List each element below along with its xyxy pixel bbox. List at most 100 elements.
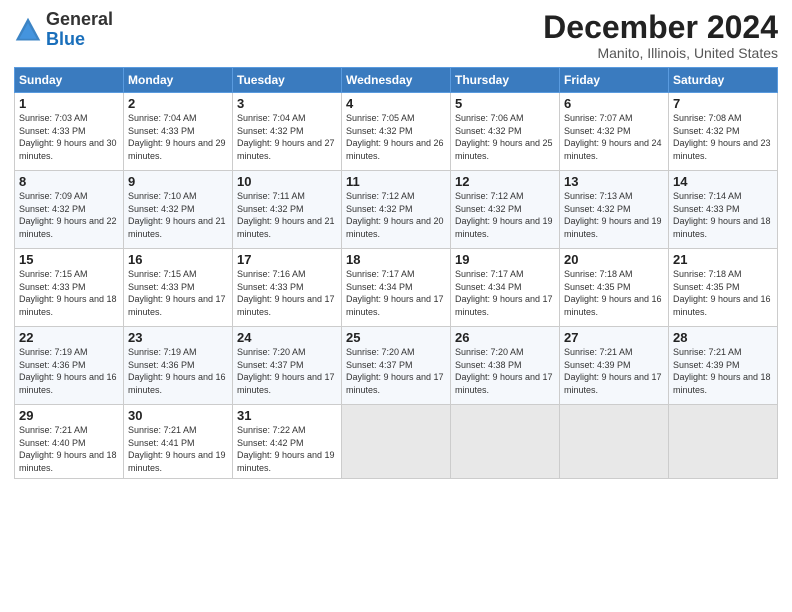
day-info: Sunrise: 7:20 AMSunset: 4:37 PMDaylight:… — [346, 347, 444, 395]
calendar-cell: 28 Sunrise: 7:21 AMSunset: 4:39 PMDaylig… — [669, 327, 778, 405]
day-number: 11 — [346, 174, 446, 189]
day-number: 29 — [19, 408, 119, 423]
day-number: 3 — [237, 96, 337, 111]
day-number: 21 — [673, 252, 773, 267]
calendar-week-4: 22 Sunrise: 7:19 AMSunset: 4:36 PMDaylig… — [15, 327, 778, 405]
calendar-cell: 2 Sunrise: 7:04 AMSunset: 4:33 PMDayligh… — [124, 93, 233, 171]
day-info: Sunrise: 7:04 AMSunset: 4:33 PMDaylight:… — [128, 113, 226, 161]
day-number: 13 — [564, 174, 664, 189]
day-number: 25 — [346, 330, 446, 345]
day-info: Sunrise: 7:15 AMSunset: 4:33 PMDaylight:… — [128, 269, 226, 317]
calendar-cell: 3 Sunrise: 7:04 AMSunset: 4:32 PMDayligh… — [233, 93, 342, 171]
calendar-cell: 20 Sunrise: 7:18 AMSunset: 4:35 PMDaylig… — [560, 249, 669, 327]
col-friday: Friday — [560, 68, 669, 93]
calendar-table: Sunday Monday Tuesday Wednesday Thursday… — [14, 67, 778, 478]
day-number: 23 — [128, 330, 228, 345]
day-number: 7 — [673, 96, 773, 111]
day-number: 9 — [128, 174, 228, 189]
calendar-cell — [342, 405, 451, 478]
month-title: December 2024 — [543, 10, 778, 45]
day-number: 14 — [673, 174, 773, 189]
calendar-cell: 6 Sunrise: 7:07 AMSunset: 4:32 PMDayligh… — [560, 93, 669, 171]
day-info: Sunrise: 7:13 AMSunset: 4:32 PMDaylight:… — [564, 191, 662, 239]
day-info: Sunrise: 7:17 AMSunset: 4:34 PMDaylight:… — [346, 269, 444, 317]
day-info: Sunrise: 7:19 AMSunset: 4:36 PMDaylight:… — [19, 347, 117, 395]
day-number: 1 — [19, 96, 119, 111]
calendar-cell: 23 Sunrise: 7:19 AMSunset: 4:36 PMDaylig… — [124, 327, 233, 405]
col-sunday: Sunday — [15, 68, 124, 93]
logo-blue: Blue — [46, 29, 85, 49]
day-info: Sunrise: 7:21 AMSunset: 4:39 PMDaylight:… — [673, 347, 771, 395]
day-number: 19 — [455, 252, 555, 267]
logo: General Blue — [14, 10, 113, 50]
day-number: 22 — [19, 330, 119, 345]
calendar-cell: 13 Sunrise: 7:13 AMSunset: 4:32 PMDaylig… — [560, 171, 669, 249]
calendar-cell — [451, 405, 560, 478]
day-info: Sunrise: 7:05 AMSunset: 4:32 PMDaylight:… — [346, 113, 444, 161]
logo-general: General — [46, 9, 113, 29]
day-number: 4 — [346, 96, 446, 111]
calendar-cell: 5 Sunrise: 7:06 AMSunset: 4:32 PMDayligh… — [451, 93, 560, 171]
calendar-cell: 16 Sunrise: 7:15 AMSunset: 4:33 PMDaylig… — [124, 249, 233, 327]
day-number: 27 — [564, 330, 664, 345]
day-info: Sunrise: 7:20 AMSunset: 4:38 PMDaylight:… — [455, 347, 553, 395]
title-block: December 2024 Manito, Illinois, United S… — [543, 10, 778, 61]
day-info: Sunrise: 7:09 AMSunset: 4:32 PMDaylight:… — [19, 191, 117, 239]
day-info: Sunrise: 7:18 AMSunset: 4:35 PMDaylight:… — [673, 269, 771, 317]
location: Manito, Illinois, United States — [543, 45, 778, 61]
calendar-cell: 1 Sunrise: 7:03 AMSunset: 4:33 PMDayligh… — [15, 93, 124, 171]
calendar-header: Sunday Monday Tuesday Wednesday Thursday… — [15, 68, 778, 93]
calendar-week-2: 8 Sunrise: 7:09 AMSunset: 4:32 PMDayligh… — [15, 171, 778, 249]
day-info: Sunrise: 7:06 AMSunset: 4:32 PMDaylight:… — [455, 113, 553, 161]
logo-icon — [14, 16, 42, 44]
calendar-cell: 18 Sunrise: 7:17 AMSunset: 4:34 PMDaylig… — [342, 249, 451, 327]
day-number: 2 — [128, 96, 228, 111]
calendar-cell: 19 Sunrise: 7:17 AMSunset: 4:34 PMDaylig… — [451, 249, 560, 327]
calendar-cell: 17 Sunrise: 7:16 AMSunset: 4:33 PMDaylig… — [233, 249, 342, 327]
col-monday: Monday — [124, 68, 233, 93]
calendar-body: 1 Sunrise: 7:03 AMSunset: 4:33 PMDayligh… — [15, 93, 778, 478]
day-info: Sunrise: 7:03 AMSunset: 4:33 PMDaylight:… — [19, 113, 117, 161]
calendar-cell: 24 Sunrise: 7:20 AMSunset: 4:37 PMDaylig… — [233, 327, 342, 405]
day-number: 8 — [19, 174, 119, 189]
col-wednesday: Wednesday — [342, 68, 451, 93]
calendar-cell — [669, 405, 778, 478]
day-info: Sunrise: 7:04 AMSunset: 4:32 PMDaylight:… — [237, 113, 335, 161]
day-number: 12 — [455, 174, 555, 189]
day-info: Sunrise: 7:07 AMSunset: 4:32 PMDaylight:… — [564, 113, 662, 161]
day-number: 16 — [128, 252, 228, 267]
calendar-cell: 14 Sunrise: 7:14 AMSunset: 4:33 PMDaylig… — [669, 171, 778, 249]
day-info: Sunrise: 7:21 AMSunset: 4:41 PMDaylight:… — [128, 425, 226, 473]
day-info: Sunrise: 7:20 AMSunset: 4:37 PMDaylight:… — [237, 347, 335, 395]
day-number: 18 — [346, 252, 446, 267]
calendar-cell: 4 Sunrise: 7:05 AMSunset: 4:32 PMDayligh… — [342, 93, 451, 171]
calendar-cell: 27 Sunrise: 7:21 AMSunset: 4:39 PMDaylig… — [560, 327, 669, 405]
calendar-cell: 25 Sunrise: 7:20 AMSunset: 4:37 PMDaylig… — [342, 327, 451, 405]
calendar-cell: 8 Sunrise: 7:09 AMSunset: 4:32 PMDayligh… — [15, 171, 124, 249]
day-info: Sunrise: 7:21 AMSunset: 4:40 PMDaylight:… — [19, 425, 117, 473]
day-number: 20 — [564, 252, 664, 267]
calendar-cell: 30 Sunrise: 7:21 AMSunset: 4:41 PMDaylig… — [124, 405, 233, 478]
calendar-cell: 21 Sunrise: 7:18 AMSunset: 4:35 PMDaylig… — [669, 249, 778, 327]
calendar-cell: 29 Sunrise: 7:21 AMSunset: 4:40 PMDaylig… — [15, 405, 124, 478]
day-info: Sunrise: 7:10 AMSunset: 4:32 PMDaylight:… — [128, 191, 226, 239]
day-number: 26 — [455, 330, 555, 345]
day-info: Sunrise: 7:15 AMSunset: 4:33 PMDaylight:… — [19, 269, 117, 317]
header-row: Sunday Monday Tuesday Wednesday Thursday… — [15, 68, 778, 93]
day-info: Sunrise: 7:17 AMSunset: 4:34 PMDaylight:… — [455, 269, 553, 317]
day-info: Sunrise: 7:22 AMSunset: 4:42 PMDaylight:… — [237, 425, 335, 473]
day-number: 31 — [237, 408, 337, 423]
day-info: Sunrise: 7:19 AMSunset: 4:36 PMDaylight:… — [128, 347, 226, 395]
day-number: 24 — [237, 330, 337, 345]
day-number: 15 — [19, 252, 119, 267]
calendar-cell: 15 Sunrise: 7:15 AMSunset: 4:33 PMDaylig… — [15, 249, 124, 327]
calendar-cell: 9 Sunrise: 7:10 AMSunset: 4:32 PMDayligh… — [124, 171, 233, 249]
day-number: 30 — [128, 408, 228, 423]
calendar-cell: 22 Sunrise: 7:19 AMSunset: 4:36 PMDaylig… — [15, 327, 124, 405]
day-number: 5 — [455, 96, 555, 111]
col-saturday: Saturday — [669, 68, 778, 93]
day-info: Sunrise: 7:08 AMSunset: 4:32 PMDaylight:… — [673, 113, 771, 161]
calendar-cell — [560, 405, 669, 478]
calendar-week-3: 15 Sunrise: 7:15 AMSunset: 4:33 PMDaylig… — [15, 249, 778, 327]
day-info: Sunrise: 7:12 AMSunset: 4:32 PMDaylight:… — [455, 191, 553, 239]
